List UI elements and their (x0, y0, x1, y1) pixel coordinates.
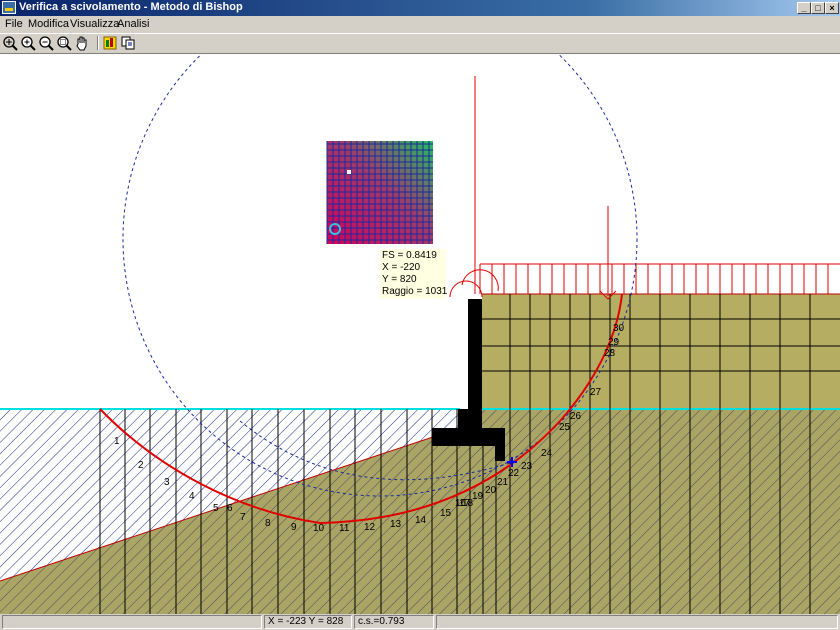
status-cs: c.s.=0.793 (354, 615, 434, 629)
slice-label: 8 (265, 518, 271, 529)
slice-label: 15 (440, 508, 452, 519)
slice-label: 21 (497, 477, 509, 488)
slice-label: 22 (508, 468, 520, 479)
slice-label: 10 (313, 523, 325, 534)
slice-label: 4 (189, 491, 195, 502)
slice-label: 26 (570, 411, 582, 422)
slope-drawing: 1 2 3 4 5 6 7 8 9 10 11 12 13 14 15 16 1… (0, 54, 840, 614)
slice-label: 25 (559, 422, 571, 433)
menu-analisi[interactable]: Analisi (117, 17, 149, 32)
surcharge-load (449, 76, 840, 300)
zoom-out-icon[interactable] (38, 35, 54, 51)
zoom-in-icon[interactable] (20, 35, 36, 51)
centers-grid (326, 141, 433, 244)
fs-value: FS = 0.8419 (382, 250, 437, 261)
slice-label: 5 (213, 503, 219, 514)
menu-modifica[interactable]: Modifica (28, 17, 69, 32)
raggio-value: Raggio = 1031 (382, 286, 448, 297)
slice-label: 27 (590, 387, 602, 398)
zoom-window-icon[interactable] (56, 35, 72, 51)
zoom-fit-icon[interactable] (2, 35, 18, 51)
slice-label: 2 (138, 460, 144, 471)
y-value: Y = 820 (382, 274, 417, 285)
app-icon (2, 1, 16, 14)
slice-label: 28 (604, 348, 616, 359)
status-coords: X = -223 Y = 828 (264, 615, 352, 629)
toolbar (0, 33, 840, 52)
slice-label: 24 (541, 448, 553, 459)
status-bar: X = -223 Y = 828 c.s.=0.793 (0, 614, 840, 630)
copy-icon[interactable] (120, 35, 136, 51)
pan-hand-icon[interactable] (74, 35, 90, 51)
slice-label: 7 (240, 512, 246, 523)
run-analysis-icon[interactable] (102, 35, 118, 51)
slice-label: 1 (114, 436, 120, 447)
drawing-area[interactable]: 1 2 3 4 5 6 7 8 9 10 11 12 13 14 15 16 1… (0, 53, 840, 614)
window-title: Verifica a scivolamento - Metodo di Bish… (19, 1, 243, 13)
slice-label: 11 (339, 523, 350, 534)
slice-label: 29 (608, 337, 620, 348)
slice-label: 6 (227, 503, 233, 514)
close-icon[interactable]: × (825, 2, 839, 14)
slice-label: 20 (485, 485, 497, 496)
result-tooltip: FS = 0.8419 X = -220 Y = 820 Raggio = 10… (380, 249, 448, 299)
slice-label: 14 (415, 515, 427, 526)
slice-label: 12 (364, 522, 376, 533)
status-panel-empty (2, 615, 262, 629)
slice-label: 23 (521, 461, 533, 472)
slice-label: 19 (472, 491, 484, 502)
x-value: X = -220 (382, 262, 421, 273)
toolbar-separator (97, 36, 99, 50)
slice-label: 9 (291, 522, 297, 533)
title-bar: Verifica a scivolamento - Metodo di Bish… (0, 0, 840, 16)
menu-file[interactable]: File (5, 17, 23, 32)
slice-label: 3 (164, 477, 170, 488)
maximize-icon[interactable]: □ (811, 2, 825, 14)
slice-label: 30 (613, 323, 625, 334)
menu-bar: File Modifica Visualizza Analisi (0, 16, 840, 33)
menu-visualizza[interactable]: Visualizza (70, 17, 119, 32)
status-panel-right (436, 615, 838, 629)
minimize-icon[interactable]: _ (797, 2, 811, 14)
soil-layer-upper (482, 294, 840, 409)
slice-label: 13 (390, 519, 402, 530)
